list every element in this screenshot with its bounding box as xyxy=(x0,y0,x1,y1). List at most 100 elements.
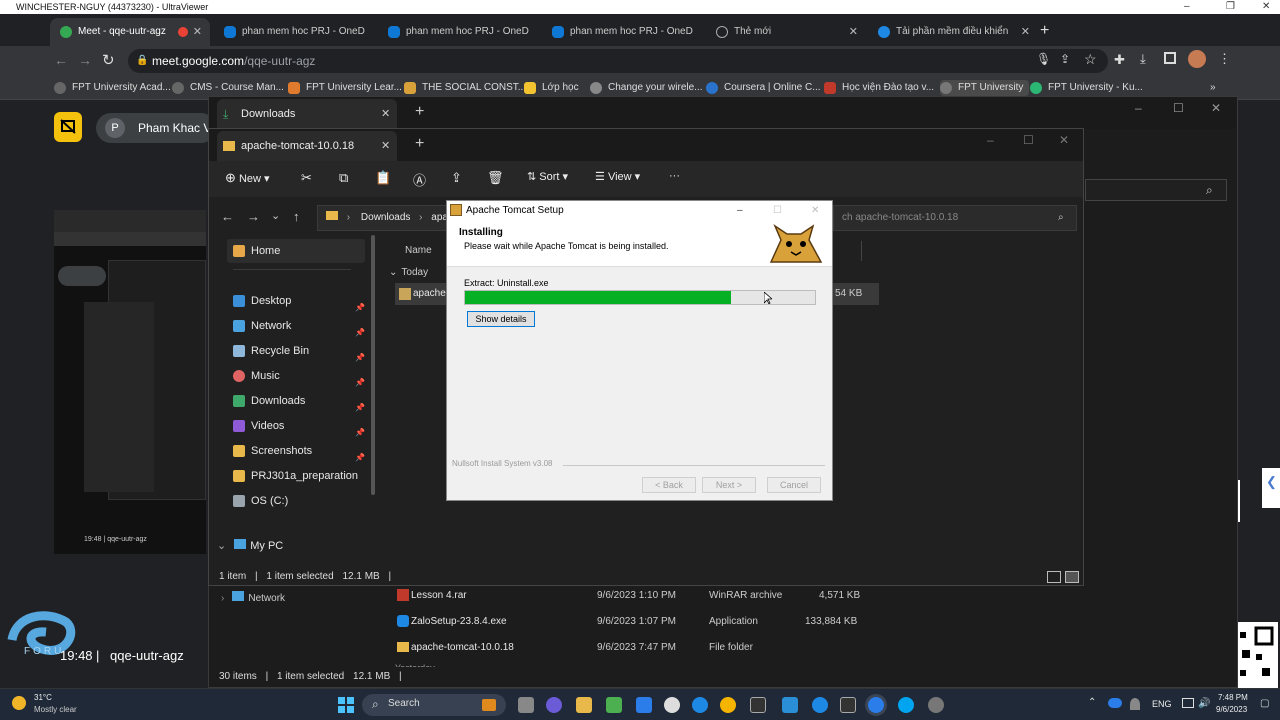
copy-icon[interactable]: ⧉ xyxy=(339,170,348,186)
minimize-button[interactable]: – xyxy=(1135,101,1142,115)
close-button[interactable]: ✕ xyxy=(1211,101,1221,115)
forward-icon[interactable]: → xyxy=(247,209,260,224)
bookmark-item[interactable]: FPT University - Ku... xyxy=(1030,80,1143,96)
teams-icon[interactable] xyxy=(546,697,562,713)
participant-chip[interactable]: P Pham Khac V xyxy=(96,113,216,143)
nav-item-videos[interactable]: Videos 📌 xyxy=(233,414,365,438)
new-button[interactable]: ⊕ New ▾ xyxy=(225,170,270,186)
tab-onedrive-2[interactable]: phan mem hoc PRJ - OneD xyxy=(378,18,538,46)
maximize-button[interactable]: ☐ xyxy=(1023,133,1034,147)
app-icon[interactable] xyxy=(782,697,798,713)
pin-icon[interactable]: 📌 xyxy=(355,296,365,320)
nav-item-my-pc[interactable]: ⌄ My PC xyxy=(217,539,283,552)
cut-icon[interactable]: ✂ xyxy=(301,170,312,186)
notion-icon[interactable] xyxy=(840,697,856,713)
chrome-icon[interactable] xyxy=(720,697,736,713)
app-icon[interactable] xyxy=(928,697,944,713)
search-input[interactable]: ch apache-tomcat-10.0.18 ⌕ xyxy=(833,205,1077,231)
file-row[interactable]: apache-tomcat-10.0.18 9/6/2023 7:47 PM F… xyxy=(395,637,895,661)
weather-icon[interactable] xyxy=(12,696,26,710)
pin-icon[interactable]: 📌 xyxy=(355,346,365,370)
address-bar[interactable]: 🔒 meet.google.com/qqe-uutr-agz xyxy=(128,49,1108,73)
more-options-icon[interactable]: ··· xyxy=(669,170,680,182)
bookmark-item[interactable]: FPT University Acad... xyxy=(54,80,171,96)
group-today[interactable]: ⌄ Today xyxy=(389,267,428,278)
bookmark-item[interactable]: FPT University Lear... xyxy=(288,80,402,96)
tab-meet[interactable]: Meet - qqe-uutr-agz ✕ xyxy=(50,18,210,46)
tray-chevron-icon[interactable]: ⌃ xyxy=(1088,697,1096,708)
details-view-icon[interactable] xyxy=(1047,571,1061,583)
forward-icon[interactable]: → xyxy=(78,52,92,68)
show-details-button[interactable]: Show details xyxy=(467,311,535,327)
tab-onedrive-1[interactable]: phan mem hoc PRJ - OneD xyxy=(214,18,374,46)
recent-icon[interactable]: ⌄ xyxy=(271,209,280,222)
back-icon[interactable]: ← xyxy=(54,52,68,68)
notification-icon[interactable]: ▢ xyxy=(1260,698,1269,709)
sidepanel-icon[interactable] xyxy=(1164,52,1176,64)
task-view-icon[interactable] xyxy=(518,697,534,713)
download-icon[interactable]: ⤓ xyxy=(1140,51,1146,67)
bookmark-item[interactable]: Coursera | Online C... xyxy=(706,80,821,96)
mic-icon[interactable]: 🎙 xyxy=(1036,52,1051,66)
close-tab-icon[interactable]: ✕ xyxy=(381,131,390,161)
back-icon[interactable]: ← xyxy=(221,209,234,224)
up-icon[interactable]: ↑ xyxy=(293,209,300,224)
menu-icon[interactable]: ⋮ xyxy=(1218,51,1231,67)
maximize-button[interactable]: ☐ xyxy=(1173,101,1184,115)
tray-icon[interactable] xyxy=(1130,698,1140,710)
close-tab-icon[interactable]: ✕ xyxy=(381,99,390,129)
extensions-icon[interactable]: ✚ xyxy=(1114,52,1125,68)
clock-date[interactable]: 9/6/2023 xyxy=(1216,705,1247,714)
bookmarks-more[interactable]: » xyxy=(1210,80,1216,96)
star-icon[interactable]: ☆ xyxy=(1084,51,1097,68)
back-button[interactable]: < Back xyxy=(642,477,696,493)
sort-button[interactable]: ⇅ Sort ▾ xyxy=(527,170,568,183)
minimize-button[interactable]: – xyxy=(737,201,743,220)
new-tab-button[interactable]: + xyxy=(1040,22,1049,40)
nav-item-screenshots[interactable]: Screenshots 📌 xyxy=(233,439,365,463)
nav-item-recycle-bin[interactable]: Recycle Bin 📌 xyxy=(233,339,365,363)
onedrive-tray-icon[interactable] xyxy=(1108,698,1122,708)
tab-apache-tomcat[interactable]: apache-tomcat-10.0.18 ✕ xyxy=(217,131,397,161)
tiles-view-icon[interactable] xyxy=(1065,571,1079,583)
bookmark-item[interactable]: Change your wirele... xyxy=(590,80,703,96)
clock-time[interactable]: 7:48 PM xyxy=(1218,693,1248,702)
nav-item-prj301a[interactable]: PRJ301a_preparation xyxy=(233,464,358,488)
app-icon[interactable] xyxy=(812,697,828,713)
network-tray-icon[interactable] xyxy=(1182,698,1194,708)
app-icon[interactable] xyxy=(898,697,914,713)
tab-new-tab[interactable]: Thẻ mới ✕ xyxy=(706,18,866,46)
nav-item-os-c[interactable]: OS (C:) xyxy=(233,489,288,513)
bookmark-item[interactable]: Lớp học xyxy=(524,80,579,96)
nav-scrollbar[interactable] xyxy=(371,235,375,495)
share-icon[interactable]: ⇪ xyxy=(1060,52,1070,66)
nav-item-downloads[interactable]: Downloads 📌 xyxy=(233,389,365,413)
delete-icon[interactable]: 🗑 xyxy=(487,170,504,186)
pin-icon[interactable]: 📌 xyxy=(355,321,365,345)
next-button[interactable]: Next > xyxy=(702,477,756,493)
edge-icon[interactable] xyxy=(692,697,708,713)
close-button[interactable]: ✕ xyxy=(1262,0,1270,14)
rename-icon[interactable]: Ⓐ xyxy=(413,170,426,189)
notepad-icon[interactable] xyxy=(606,697,622,713)
volume-icon[interactable]: 🔊 xyxy=(1198,698,1210,709)
bookmark-item[interactable]: FPT University xyxy=(940,80,1030,96)
vscode-icon[interactable] xyxy=(636,697,652,713)
ultraviewer-icon[interactable] xyxy=(868,697,884,713)
nav-item-home[interactable]: Home xyxy=(233,239,280,263)
bookmark-item[interactable]: Học viện Đào tạo v... xyxy=(824,80,934,96)
nav-item-desktop[interactable]: Desktop 📌 xyxy=(233,289,365,313)
search-box-back[interactable]: ⌕ xyxy=(1085,179,1227,201)
tab-onedrive-3[interactable]: phan mem hoc PRJ - OneD xyxy=(542,18,702,46)
nav-item-music[interactable]: Music 📌 xyxy=(233,364,365,388)
settings-icon[interactable] xyxy=(664,697,680,713)
windows-start-icon[interactable] xyxy=(338,697,354,713)
file-row[interactable]: Lesson 4.rar 9/6/2023 1:10 PM WinRAR arc… xyxy=(395,585,895,609)
breadcrumb-item[interactable]: Downloads xyxy=(361,212,410,223)
close-button[interactable]: ✕ xyxy=(1059,133,1069,147)
pin-icon[interactable]: 📌 xyxy=(355,421,365,445)
tree-network[interactable]: › Network xyxy=(221,591,285,604)
new-tab-button[interactable]: + xyxy=(415,135,424,153)
file-row[interactable]: ZaloSetup-23.8.4.exe 9/6/2023 1:07 PM Ap… xyxy=(395,611,895,635)
bookmark-item[interactable]: THE SOCIAL CONST... xyxy=(404,80,526,96)
